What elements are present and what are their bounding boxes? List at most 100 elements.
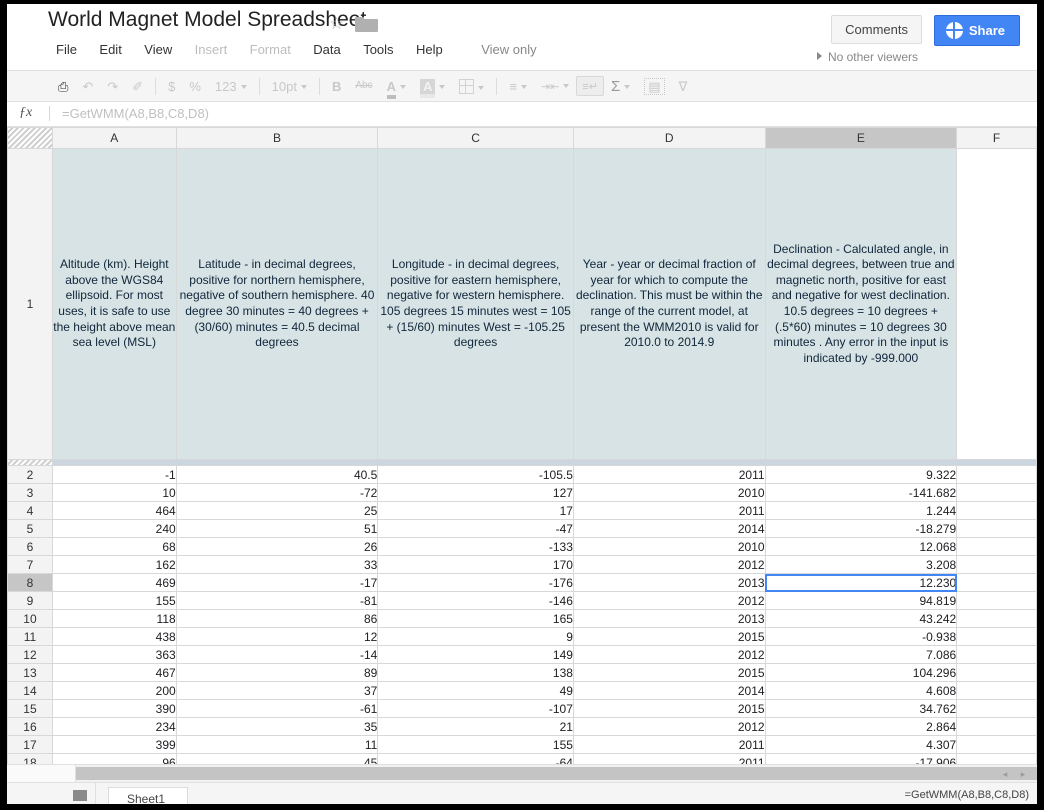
row-header-4[interactable]: 4 [7,501,53,520]
row-header-16[interactable]: 16 [7,717,53,736]
folder-icon[interactable] [355,17,378,32]
row-header-10[interactable]: 10 [7,609,53,628]
cell-E16[interactable]: 2.864 [764,717,958,736]
cell-A6[interactable]: 68 [51,537,177,556]
cell-B9[interactable]: -81 [175,591,379,610]
cell-C2[interactable]: -105.5 [377,465,574,484]
cell-D10[interactable]: 2013 [572,609,766,628]
cell-D9[interactable]: 2012 [572,591,766,610]
cell-D8[interactable]: 2013 [572,573,766,592]
cell-F17[interactable] [956,735,1037,754]
cell-F16[interactable] [956,717,1037,736]
row-header-12[interactable]: 12 [7,645,53,664]
share-button[interactable]: Share [933,15,1020,46]
cell-E13[interactable]: 104.296 [764,663,958,682]
cell-E6[interactable]: 12.068 [764,537,958,556]
cell-D12[interactable]: 2012 [572,645,766,664]
cell-F11[interactable] [956,627,1037,646]
cell-D15[interactable]: 2015 [572,699,766,718]
cell-D11[interactable]: 2015 [572,627,766,646]
row-header-3[interactable]: 3 [7,483,53,502]
row-header-6[interactable]: 6 [7,537,53,556]
cell-F2[interactable] [956,465,1037,484]
cell-E14[interactable]: 4.608 [764,681,958,700]
cell-A9[interactable]: 155 [51,591,177,610]
cell-E4[interactable]: 1.244 [764,501,958,520]
cell-B8[interactable]: -17 [175,573,379,592]
cell-A8[interactable]: 469 [51,573,177,592]
cell-F14[interactable] [956,681,1037,700]
cell-F3[interactable] [956,483,1037,502]
star-icon[interactable]: ☆ [329,15,344,32]
cell-A5[interactable]: 240 [51,519,177,538]
cell-D6[interactable]: 2010 [572,537,766,556]
column-header-d[interactable]: D [572,127,766,149]
all-sheets-menu-icon[interactable] [73,790,87,801]
cell-B5[interactable]: 51 [175,519,379,538]
cell-E17[interactable]: 4.307 [764,735,958,754]
cell-E8[interactable]: 12.230 [764,573,958,592]
cell-B17[interactable]: 11 [175,735,379,754]
menu-edit[interactable]: Edit [90,39,130,60]
cell-A16[interactable]: 234 [51,717,177,736]
cell-A7[interactable]: 162 [51,555,177,574]
cell-F8[interactable] [956,573,1037,592]
row-header-9[interactable]: 9 [7,591,53,610]
row-header-2[interactable]: 2 [7,465,53,484]
cell-B4[interactable]: 25 [175,501,379,520]
cell-A13[interactable]: 467 [51,663,177,682]
cell-D5[interactable]: 2014 [572,519,766,538]
cell-E11[interactable]: -0.938 [764,627,958,646]
cell-D14[interactable]: 2014 [572,681,766,700]
cell-B10[interactable]: 86 [175,609,379,628]
cell-E3[interactable]: -141.682 [764,483,958,502]
cell-B6[interactable]: 26 [175,537,379,556]
menu-view[interactable]: View [135,39,181,60]
viewers-status[interactable]: No other viewers [816,50,918,64]
header-cell-f1[interactable] [956,148,1037,460]
cell-A14[interactable]: 200 [51,681,177,700]
cell-B12[interactable]: -14 [175,645,379,664]
cell-C15[interactable]: -107 [377,699,574,718]
cell-C14[interactable]: 49 [377,681,574,700]
row-header-11[interactable]: 11 [7,627,53,646]
row-header-5[interactable]: 5 [7,519,53,538]
cell-E15[interactable]: 34.762 [764,699,958,718]
cell-F10[interactable] [956,609,1037,628]
cell-F4[interactable] [956,501,1037,520]
cell-E7[interactable]: 3.208 [764,555,958,574]
row-header-14[interactable]: 14 [7,681,53,700]
cell-D16[interactable]: 2012 [572,717,766,736]
cell-A3[interactable]: 10 [51,483,177,502]
cell-F7[interactable] [956,555,1037,574]
cell-A4[interactable]: 464 [51,501,177,520]
cell-A11[interactable]: 438 [51,627,177,646]
row-header-17[interactable]: 17 [7,735,53,754]
header-cell-c1[interactable]: Longitude - in decimal degrees, positive… [377,148,574,460]
cell-C13[interactable]: 138 [377,663,574,682]
menu-file[interactable]: File [47,39,86,60]
scroll-right-arrow-icon[interactable]: ▸ [1017,768,1029,780]
cell-C12[interactable]: 149 [377,645,574,664]
scroll-left-arrow-icon[interactable]: ◂ [999,768,1011,780]
cell-E10[interactable]: 43.242 [764,609,958,628]
cell-C9[interactable]: -146 [377,591,574,610]
cell-D4[interactable]: 2011 [572,501,766,520]
column-header-c[interactable]: C [377,127,574,149]
menu-data[interactable]: Data [304,39,349,60]
cell-E5[interactable]: -18.279 [764,519,958,538]
cell-A17[interactable]: 399 [51,735,177,754]
cell-C8[interactable]: -176 [377,573,574,592]
cell-A10[interactable]: 118 [51,609,177,628]
cell-B11[interactable]: 12 [175,627,379,646]
row-header-7[interactable]: 7 [7,555,53,574]
scrollbar-thumb[interactable] [76,767,1037,780]
header-cell-b1[interactable]: Latitude - in decimal degrees, positive … [175,148,379,460]
cell-F5[interactable] [956,519,1037,538]
formula-input[interactable]: =GetWMM(A8,B8,C8,D8) [62,106,209,121]
comments-button[interactable]: Comments [831,15,922,44]
column-header-e[interactable]: E [764,127,958,149]
cell-C3[interactable]: 127 [377,483,574,502]
menu-tools[interactable]: Tools [354,39,402,60]
cell-F13[interactable] [956,663,1037,682]
